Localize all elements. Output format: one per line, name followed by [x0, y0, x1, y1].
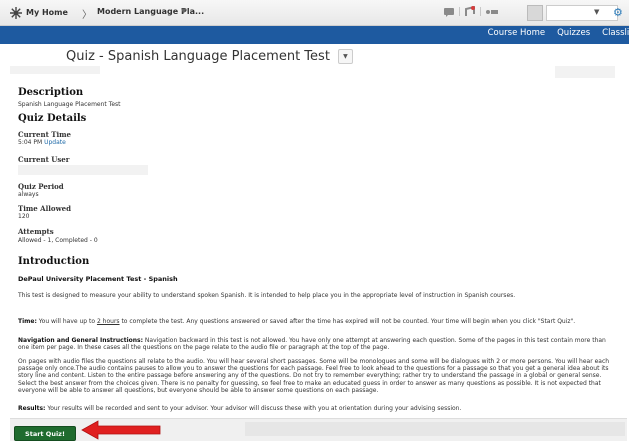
description-text: Spanish Language Placement Test — [18, 101, 121, 108]
chevron-down-icon[interactable]: ▼ — [594, 8, 599, 16]
description-heading: Description — [18, 87, 84, 98]
current-time-label: Current Time — [18, 130, 71, 139]
time-allowed-label: Time Allowed — [18, 204, 71, 213]
attempts-value: Allowed - 1, Completed - 0 — [18, 237, 98, 244]
attempts-label: Attempts — [18, 227, 54, 236]
introduction-heading: Introduction — [18, 256, 90, 267]
org-logo-icon — [10, 6, 22, 19]
course-navbar: Course Home Quizzes Classlist — [0, 26, 629, 44]
current-time-row: 5:04 PM Update — [18, 139, 66, 146]
my-home-link[interactable]: My Home — [10, 5, 68, 20]
footer-notice-faded — [245, 422, 625, 436]
time-text-pre: You will have up to — [36, 318, 97, 325]
current-user-label: Current User — [18, 155, 70, 164]
divider: | — [479, 6, 483, 17]
user-menu[interactable] — [546, 5, 618, 21]
page-title-row: Quiz - Spanish Language Placement Test ▼ — [66, 49, 353, 64]
settings-gear-icon[interactable]: ⚙ — [613, 6, 623, 19]
page-title: Quiz - Spanish Language Placement Test — [66, 49, 330, 64]
time-hours: 2 hours — [96, 318, 120, 325]
current-time-value: 5:04 PM — [18, 139, 43, 146]
time-paragraph: Time: You will have up to 2 hours to com… — [18, 318, 616, 325]
redacted-area — [10, 66, 100, 74]
navigation-paragraph: Navigation and General Instructions: Nav… — [18, 337, 616, 351]
notification-icons: | | — [443, 6, 499, 17]
chevron-down-icon[interactable]: ▼ — [181, 7, 186, 15]
results-text: Your results will be recorded and sent t… — [45, 405, 462, 412]
start-quiz-button[interactable]: Start Quiz! — [14, 426, 76, 441]
message-alerts-icon[interactable] — [443, 7, 455, 17]
update-time-link[interactable]: Update — [44, 139, 66, 146]
redacted-user — [18, 165, 148, 175]
my-home-label: My Home — [26, 8, 68, 17]
redacted-area — [555, 66, 615, 78]
introduction-subtitle: DePaul University Placement Test - Spani… — [18, 275, 178, 283]
navigation-label: Navigation and General Instructions: — [18, 337, 144, 344]
divider: | — [458, 6, 462, 17]
subscription-alerts-icon[interactable] — [464, 6, 476, 17]
results-label: Results: — [18, 405, 46, 412]
time-text-post: to complete the test. Any questions answ… — [119, 318, 576, 325]
red-arrow-icon — [81, 420, 161, 440]
quiz-details-heading: Quiz Details — [18, 113, 87, 124]
avatar[interactable] — [527, 5, 543, 21]
navbar-links: Course Home Quizzes Classlist — [488, 28, 629, 38]
update-alerts-icon[interactable] — [485, 7, 499, 17]
nav-item-course-home[interactable]: Course Home — [488, 28, 545, 38]
results-paragraph: Results: Your results will be recorded a… — [18, 405, 616, 412]
breadcrumb-separator-icon: 〉 — [82, 10, 92, 21]
time-label: Time: — [18, 318, 37, 325]
nav-item-quizzes[interactable]: Quizzes — [557, 28, 590, 38]
time-allowed-value: 120 — [18, 213, 30, 220]
minibar: My Home 〉 Modern Language Pla... ▼ | | ▼… — [0, 0, 629, 26]
audio-paragraph: On pages with audio files the questions … — [18, 358, 610, 394]
quiz-period-value: always — [18, 191, 39, 198]
title-menu-chevron-icon[interactable]: ▼ — [337, 49, 353, 64]
intro-paragraph: This test is designed to measure your ab… — [18, 292, 516, 299]
nav-item-classlist[interactable]: Classlist — [602, 28, 629, 38]
quiz-period-label: Quiz Period — [18, 182, 64, 191]
course-selector[interactable]: Modern Language Pla... — [97, 7, 204, 16]
